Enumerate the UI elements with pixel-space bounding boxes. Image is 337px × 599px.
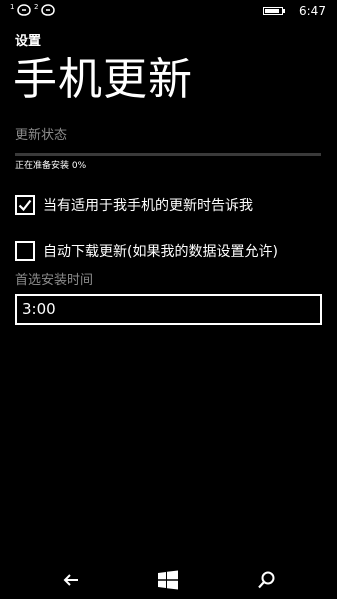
auto-download-checkbox-label: 自动下载更新(如果我的数据设置允许): [43, 244, 278, 260]
install-time-picker[interactable]: 3:00: [15, 294, 322, 325]
notify-checkbox-label: 当有适用于我手机的更新时告诉我: [43, 198, 253, 214]
auto-download-checkbox-box[interactable]: [15, 241, 35, 261]
navigation-bar: [0, 560, 337, 599]
checkmark-icon: [18, 199, 32, 212]
install-time-label: 首选安装时间: [15, 273, 94, 288]
search-icon[interactable]: [255, 568, 279, 592]
sim1-number: 1: [10, 3, 15, 11]
auto-download-checkbox[interactable]: 自动下载更新(如果我的数据设置允许): [15, 241, 325, 265]
battery-icon: [263, 7, 285, 15]
sim2-number: 2: [34, 3, 39, 11]
clock: 6:47: [299, 4, 326, 18]
sim2-signal-icon: 2: [34, 3, 58, 17]
notify-checkbox[interactable]: 当有适用于我手机的更新时告诉我: [15, 195, 325, 219]
windows-logo-icon[interactable]: [156, 568, 180, 592]
update-status-label: 更新状态: [15, 128, 68, 143]
page-title: 手机更新: [13, 54, 193, 105]
update-progress-bar: [15, 153, 321, 156]
status-bar: 1 2 6:47: [0, 0, 337, 22]
battery-fill: [265, 9, 279, 13]
back-arrow-icon[interactable]: [59, 568, 83, 592]
update-progress-text: 正在准备安装 0%: [15, 161, 87, 171]
app-title: 设置: [15, 34, 42, 49]
notify-checkbox-box[interactable]: [15, 195, 35, 215]
sim1-signal-icon: 1: [10, 3, 34, 17]
